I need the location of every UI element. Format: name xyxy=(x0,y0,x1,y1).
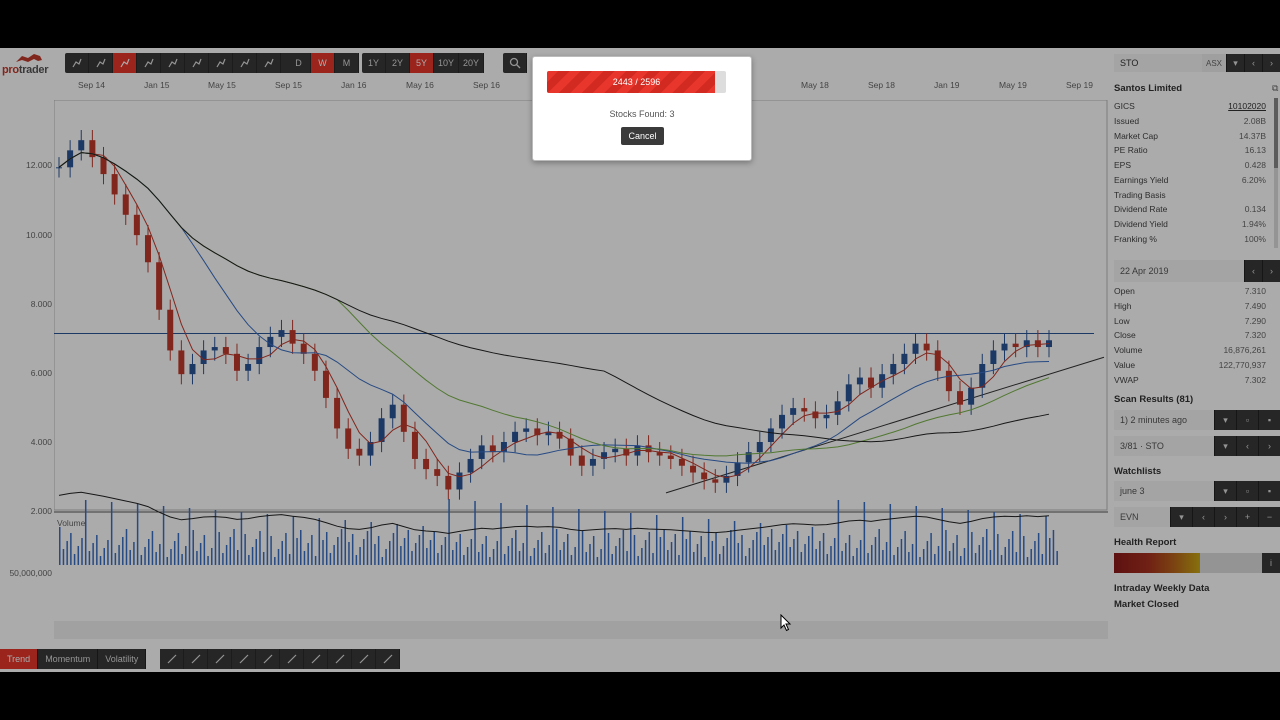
progress-text: 2443 / 2596 xyxy=(612,77,661,87)
mouse-cursor-icon xyxy=(780,614,792,632)
app-window: protrader DWM 1Y 2Y 5Y 10Y 20Y Sep 14 Jan 15 M… xyxy=(0,48,1280,672)
scan-progress-dialog: 2443 / 2596 Stocks Found: 3 Cancel xyxy=(532,56,752,161)
cancel-button[interactable]: Cancel xyxy=(621,127,664,145)
stocks-found: Stocks Found: 3 xyxy=(609,109,675,119)
scan-progress-bar: 2443 / 2596 xyxy=(547,71,726,93)
